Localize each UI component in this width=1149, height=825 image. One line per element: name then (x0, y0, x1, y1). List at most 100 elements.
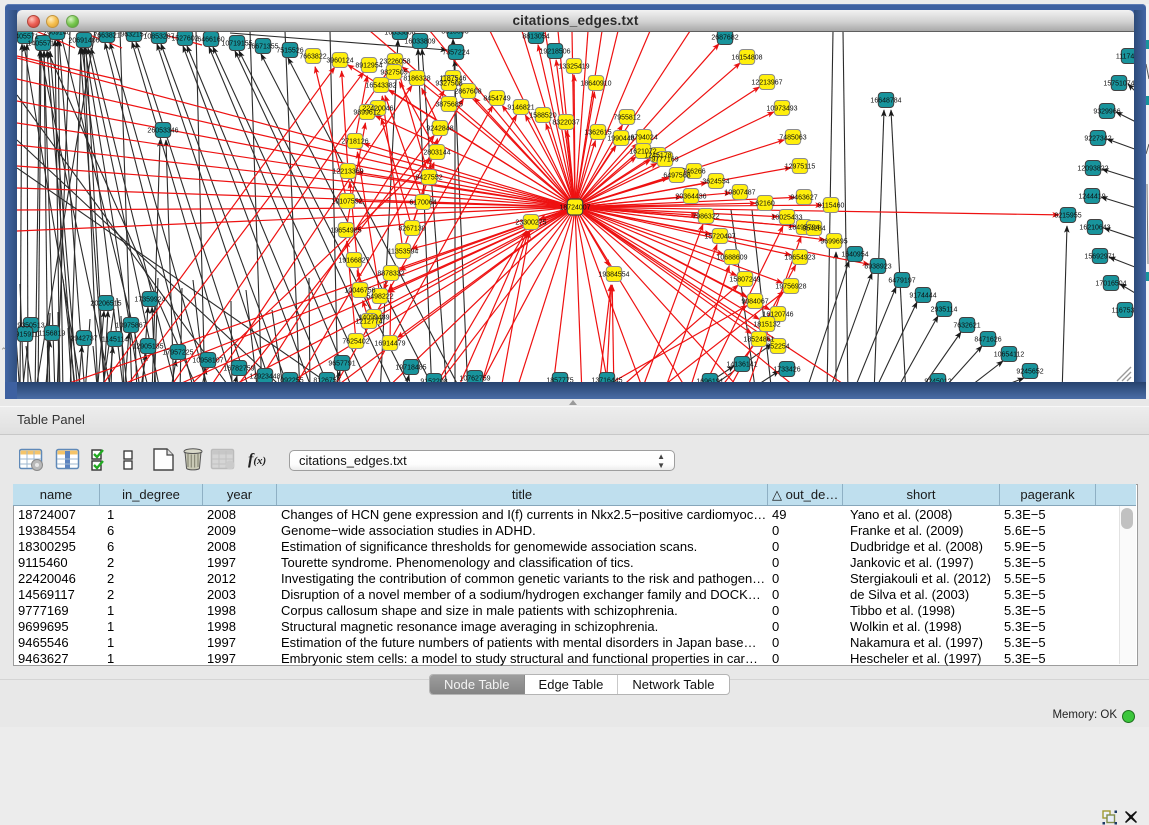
svg-text:13716445: 13716445 (591, 377, 622, 382)
svg-text:2687682: 2687682 (711, 34, 738, 41)
svg-text:19384554: 19384554 (598, 271, 629, 278)
svg-text:1857775: 1857775 (546, 377, 573, 382)
svg-text:1990448: 1990448 (607, 135, 634, 142)
svg-text:1167533: 1167533 (1112, 307, 1134, 314)
svg-text:8471626: 8471626 (974, 336, 1001, 343)
svg-text:8878332: 8878332 (377, 270, 404, 277)
svg-text:9245652: 9245652 (1016, 368, 1043, 375)
svg-text:7663821: 7663821 (93, 32, 120, 39)
svg-text:16033809: 16033809 (404, 38, 435, 45)
svg-text:9174444: 9174444 (909, 292, 936, 299)
svg-text:16543382: 16543382 (365, 82, 396, 89)
svg-text:9152208: 9152208 (420, 378, 447, 382)
svg-text:19654923: 19654923 (784, 254, 815, 261)
svg-text:16782759: 16782759 (223, 365, 254, 372)
svg-text:10107552: 10107552 (331, 198, 362, 205)
svg-text:12905135: 12905135 (132, 343, 163, 350)
svg-text:10688609: 10688609 (716, 254, 747, 261)
svg-text:23226058: 23226058 (379, 58, 410, 65)
svg-text:10762759: 10762759 (459, 375, 490, 382)
svg-text:18724007: 18724007 (559, 204, 590, 211)
svg-text:7485063: 7485063 (779, 134, 806, 141)
svg-text:15807249: 15807249 (729, 276, 760, 283)
svg-text:10973493: 10973493 (766, 105, 797, 112)
svg-text:7986322: 7986322 (692, 213, 719, 220)
svg-text:62160: 62160 (755, 200, 775, 207)
svg-text:16671355: 16671355 (247, 43, 278, 50)
svg-text:8186328: 8186328 (403, 75, 430, 82)
svg-text:7632621: 7632621 (953, 322, 980, 329)
svg-text:1117405: 1117405 (1116, 53, 1134, 60)
svg-text:1815132: 1815132 (753, 321, 780, 328)
svg-text:3915911: 3915911 (17, 331, 38, 338)
svg-text:8322037: 8322037 (552, 119, 579, 126)
svg-text:9463627: 9463627 (790, 194, 817, 201)
svg-text:5498222: 5498222 (366, 293, 393, 300)
svg-text:15751074: 15751074 (1103, 80, 1134, 87)
svg-text:2069140: 2069140 (43, 32, 70, 36)
svg-text:3624554: 3624554 (702, 178, 729, 185)
svg-text:1733426: 1733426 (773, 366, 800, 373)
svg-text:8126753: 8126753 (313, 377, 340, 382)
svg-text:9227342: 9227342 (1084, 135, 1111, 142)
svg-text:20364436: 20364436 (675, 193, 706, 200)
svg-text:2867608: 2867608 (454, 88, 481, 95)
svg-text:16210643: 16210643 (1079, 224, 1110, 231)
svg-text:16120746: 16120746 (762, 311, 793, 318)
svg-text:3960124: 3960124 (326, 57, 353, 64)
svg-text:9350513: 9350513 (17, 322, 44, 329)
svg-text:19654985: 19654985 (330, 227, 361, 234)
svg-text:8813053: 8813053 (441, 32, 468, 35)
svg-text:3875685: 3875685 (435, 101, 462, 108)
svg-text:17359924: 17359924 (134, 296, 165, 303)
svg-text:23300275: 23300275 (515, 219, 546, 226)
svg-text:19718485: 19718485 (395, 364, 426, 371)
svg-text:9657791: 9657791 (328, 360, 355, 367)
svg-text:16914479: 16914479 (374, 340, 405, 347)
svg-text:16033808: 16033808 (384, 32, 415, 36)
svg-text:8215955: 8215955 (1054, 212, 1081, 219)
svg-text:9245012: 9245012 (924, 378, 951, 382)
svg-text:13325419: 13325419 (558, 63, 589, 70)
svg-text:9115460: 9115460 (818, 202, 845, 209)
svg-text:8938923: 8938923 (864, 263, 891, 270)
svg-text:12213967: 12213967 (751, 79, 782, 86)
svg-text:9699695: 9699695 (820, 238, 847, 245)
svg-text:11353594: 11353594 (388, 248, 419, 255)
svg-text:1244419: 1244419 (1078, 193, 1105, 200)
svg-text:12093822: 12093822 (1077, 165, 1108, 172)
svg-text:9084067: 9084067 (741, 298, 768, 305)
svg-text:18524861: 18524861 (743, 336, 774, 343)
svg-text:8454749: 8454749 (483, 95, 510, 102)
svg-text:15720407: 15720407 (704, 233, 735, 240)
svg-text:8427552: 8427552 (415, 174, 442, 181)
svg-text:19218506: 19218506 (539, 48, 570, 55)
svg-text:9242848: 9242848 (426, 125, 453, 132)
svg-text:1527602: 1527602 (171, 35, 198, 42)
svg-text:9327508: 9327508 (435, 80, 462, 87)
svg-text:1156819: 1156819 (39, 330, 66, 337)
svg-text:14136141: 14136141 (726, 361, 757, 368)
svg-text:9329966: 9329966 (1093, 108, 1120, 115)
svg-text:252254: 252254 (766, 343, 789, 350)
svg-text:1212774: 1212774 (355, 318, 382, 325)
svg-text:9146821: 9146821 (507, 104, 534, 111)
svg-text:17016504: 17016504 (1095, 280, 1126, 287)
svg-text:6170064: 6170064 (409, 199, 436, 206)
svg-text:10654112: 10654112 (994, 351, 1025, 358)
svg-text:14055712: 14055712 (27, 40, 58, 47)
svg-text:1092255: 1092255 (276, 377, 303, 382)
svg-text:2803144: 2803144 (423, 149, 450, 156)
svg-text:18640910: 18640910 (580, 80, 611, 87)
svg-text:10853287: 10853287 (143, 33, 174, 40)
svg-text:9899612: 9899612 (353, 109, 380, 116)
svg-text:16648784: 16648784 (870, 97, 901, 104)
svg-text:1640954: 1640954 (841, 251, 868, 258)
svg-text:10807487: 10807487 (724, 189, 755, 196)
svg-text:7625402: 7625402 (342, 338, 369, 345)
svg-text:954284: 954284 (802, 225, 825, 232)
svg-text:7357224: 7357224 (442, 49, 469, 56)
svg-text:1696191: 1696191 (696, 378, 723, 382)
svg-text:26053346: 26053346 (147, 127, 178, 134)
svg-text:8813054: 8813054 (522, 33, 549, 40)
